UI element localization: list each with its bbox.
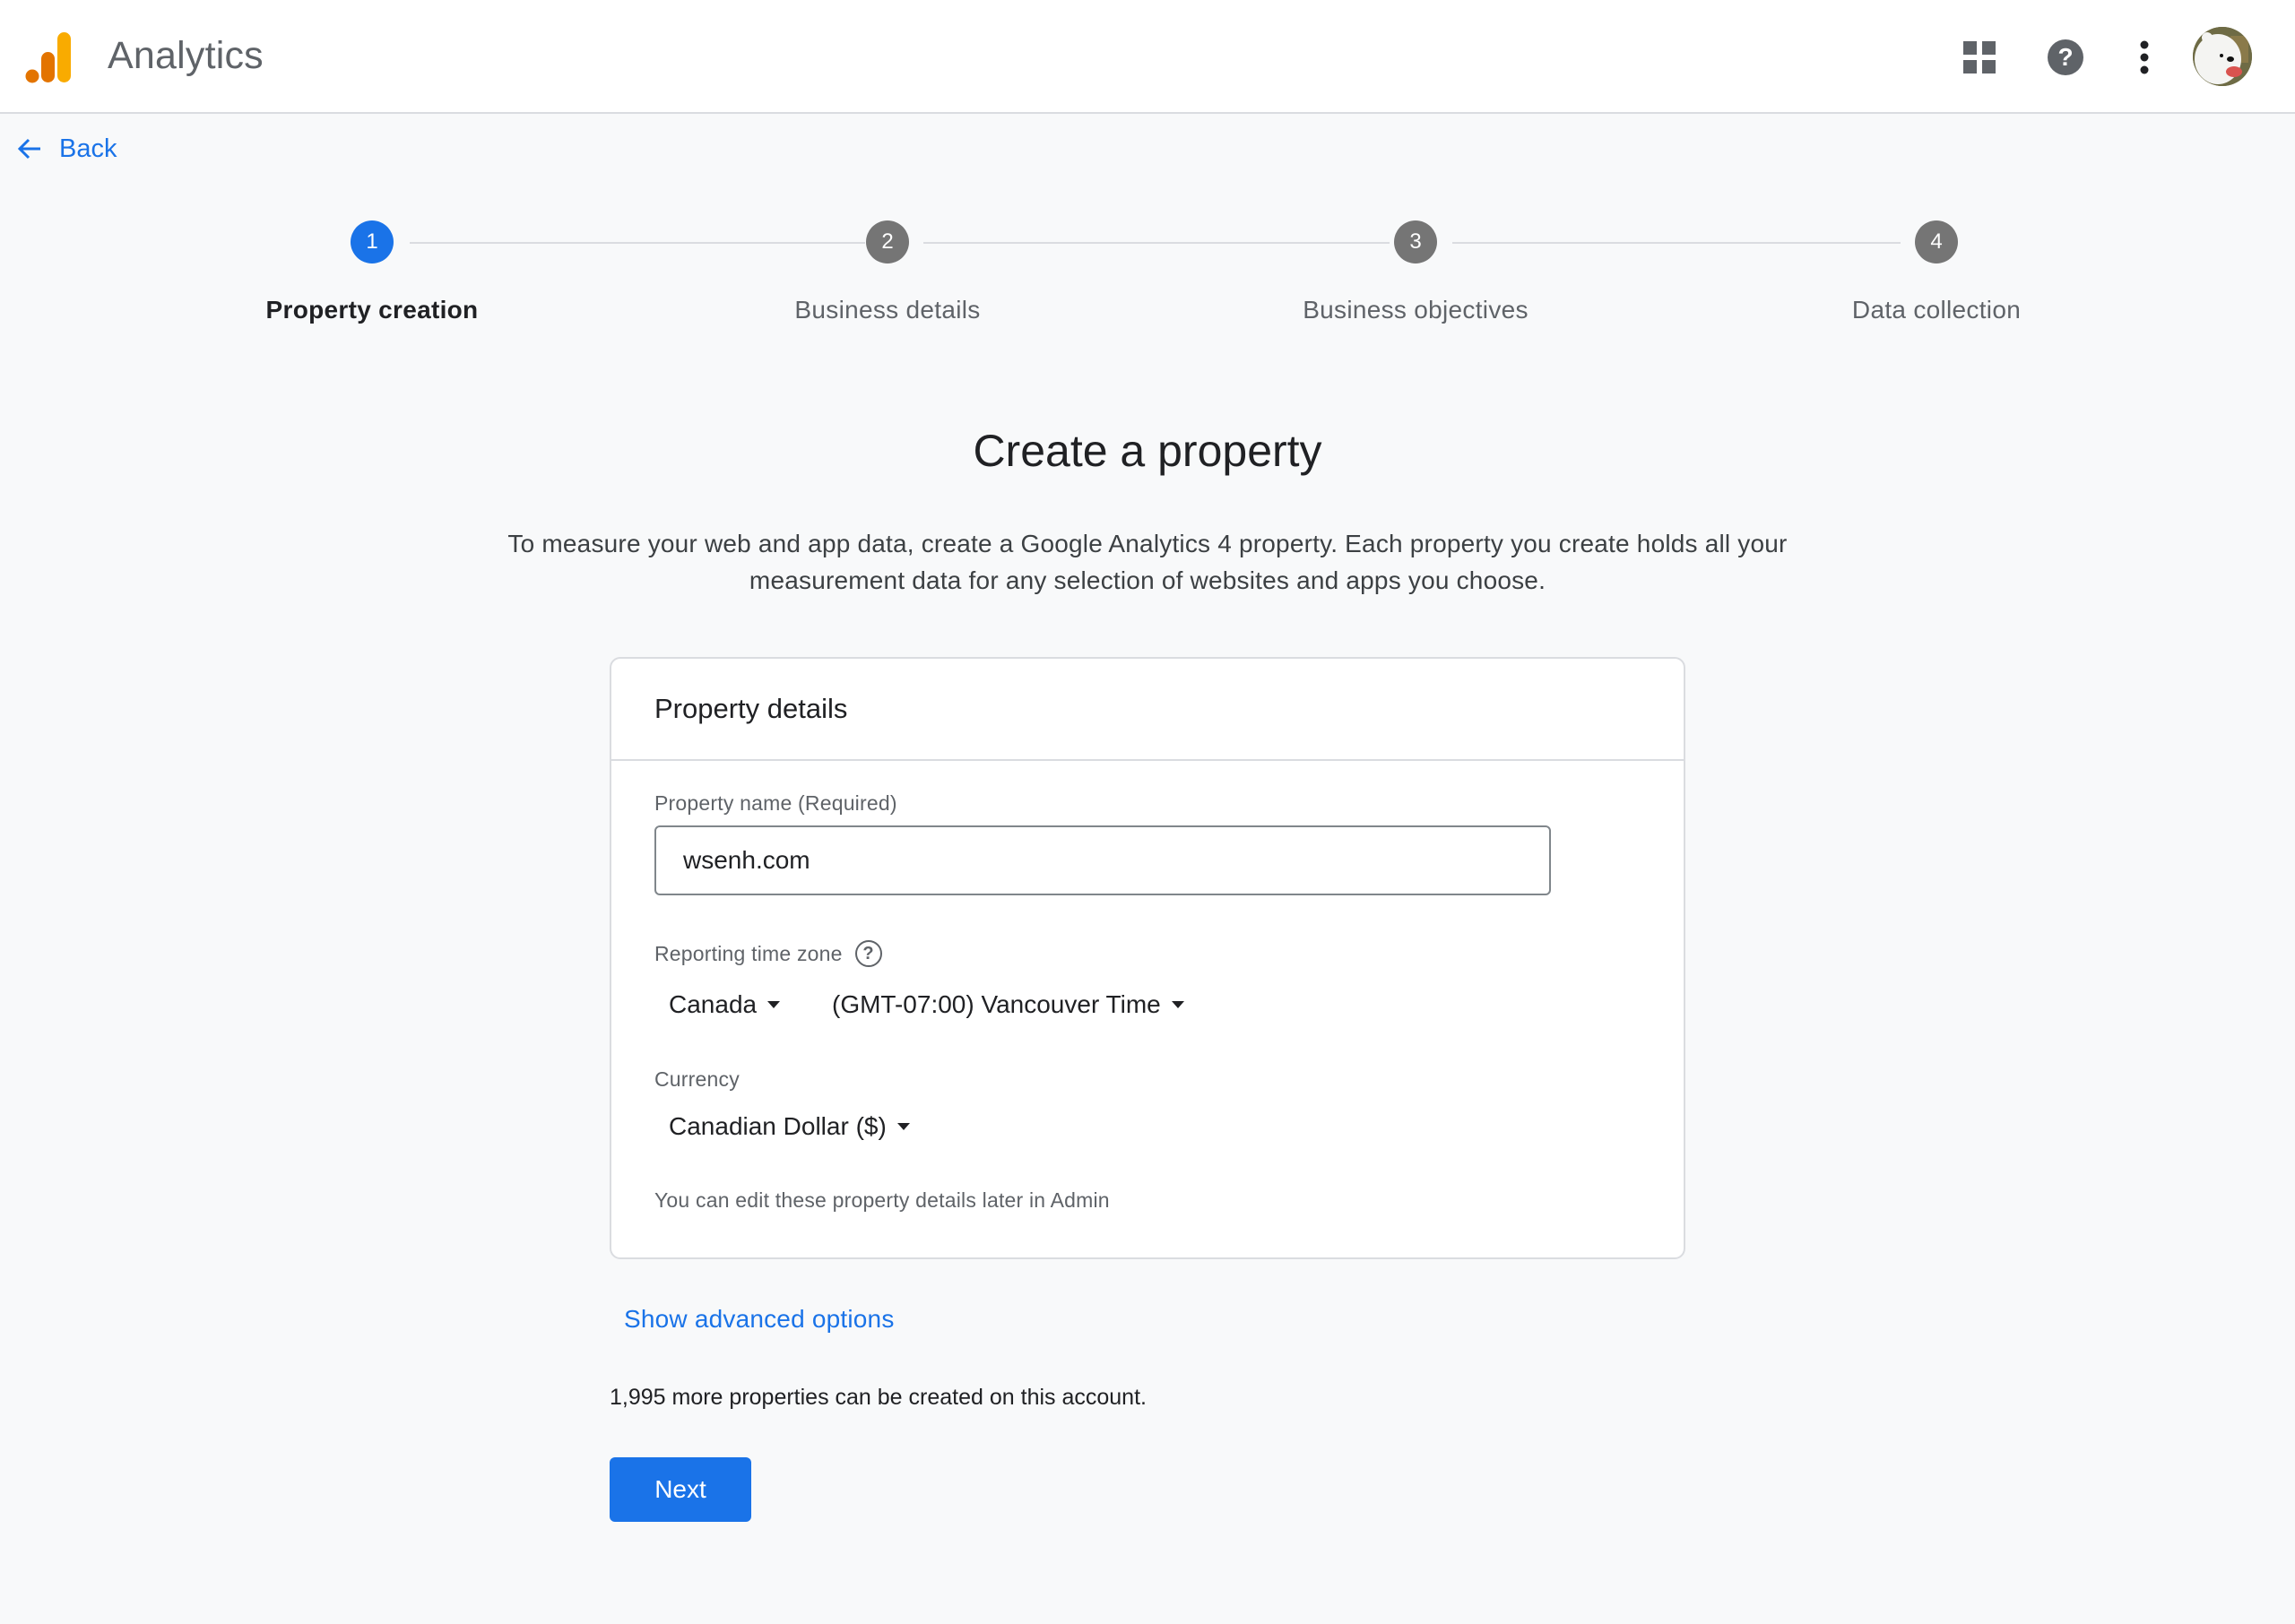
step-2-indicator: 2 [866, 220, 909, 263]
property-details-card: Property details Property name (Required… [610, 657, 1685, 1259]
step-1-indicator: 1 [351, 220, 394, 263]
show-advanced-options-link[interactable]: Show advanced options [624, 1305, 895, 1334]
step-4-indicator: 4 [1915, 220, 1958, 263]
property-name-input[interactable] [654, 825, 1551, 895]
dropdown-arrow-icon [896, 1123, 910, 1130]
currency-dropdown[interactable]: Canadian Dollar ($) [669, 1112, 910, 1141]
step-connector [410, 242, 865, 244]
step-3-indicator: 3 [1394, 220, 1437, 263]
step-1-label: Property creation [265, 296, 479, 324]
step-2-label: Business details [794, 296, 981, 324]
timezone-label-text: Reporting time zone [654, 941, 843, 965]
step-connector [1452, 242, 1901, 244]
dropdown-arrow-icon [1171, 1001, 1184, 1008]
currency-value: Canadian Dollar ($) [669, 1112, 887, 1140]
remaining-properties-text: 1,995 more properties can be created on … [610, 1385, 1147, 1410]
timezone-label: Reporting time zone ? [654, 940, 882, 967]
country-value: Canada [669, 990, 758, 1018]
card-title: Property details [611, 659, 1684, 761]
dropdown-arrow-icon [767, 1001, 781, 1008]
currency-label: Currency [654, 1067, 740, 1091]
edit-later-hint: You can edit these property details late… [654, 1188, 1110, 1212]
next-button[interactable]: Next [610, 1457, 751, 1522]
page-title: Create a property [973, 426, 1322, 476]
property-name-label: Property name (Required) [654, 791, 897, 815]
country-dropdown[interactable]: Canada [669, 990, 781, 1019]
page-description: To measure your web and app data, create… [507, 530, 1788, 594]
timezone-value: (GMT-07:00) Vancouver Time [832, 990, 1161, 1018]
timezone-dropdown[interactable]: (GMT-07:00) Vancouver Time [832, 990, 1184, 1019]
step-4-label: Data collection [1851, 296, 2022, 324]
stepper: 1 2 3 4 Property creation Business detai… [0, 0, 2295, 358]
step-3-label: Business objectives [1303, 296, 1529, 324]
step-connector [923, 242, 1390, 244]
help-circle-icon[interactable]: ? [854, 940, 882, 967]
